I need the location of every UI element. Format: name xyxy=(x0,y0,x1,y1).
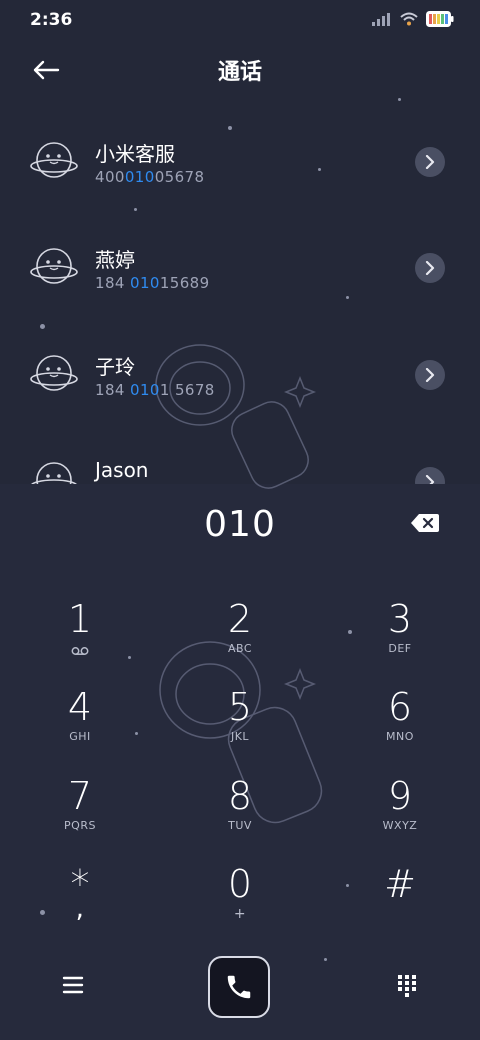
key-6[interactable]: 6 MNO xyxy=(340,685,460,765)
key-7[interactable]: 7 PQRS xyxy=(20,774,140,854)
key-digit: # xyxy=(384,862,416,906)
contact-number: 184 01015689 xyxy=(95,274,210,292)
key-digit: 7 xyxy=(67,774,93,818)
wifi-icon xyxy=(400,12,418,26)
star-decoration xyxy=(324,958,327,961)
key-letters: ABC xyxy=(227,642,253,655)
voicemail-icon xyxy=(71,647,89,655)
chevron-right-icon xyxy=(425,368,435,382)
call-button[interactable] xyxy=(208,956,270,1018)
key-digit: 3 xyxy=(387,597,413,641)
key-letters: PQRS xyxy=(64,819,96,832)
chevron-right-icon xyxy=(425,155,435,169)
contact-number: 40001005678 xyxy=(95,168,205,186)
contact-detail-button[interactable] xyxy=(415,467,445,484)
contact-name: 燕婷 xyxy=(95,248,135,272)
menu-icon xyxy=(62,976,84,994)
status-bar: 2:36 xyxy=(0,0,480,40)
key-9[interactable]: 9 WXYZ xyxy=(340,774,460,854)
key-letters: GHI xyxy=(69,730,91,743)
phone-icon xyxy=(227,975,251,999)
contact-detail-button[interactable] xyxy=(415,147,445,177)
key-letters: TUV xyxy=(228,819,252,832)
battery-icon xyxy=(426,11,454,27)
status-time: 2:36 xyxy=(30,10,73,30)
key-digit: 9 xyxy=(387,774,413,818)
menu-button[interactable] xyxy=(56,968,90,1002)
dialed-number: 010 xyxy=(204,504,276,545)
contact-row[interactable]: Jason xyxy=(0,444,480,484)
contact-search-results: 小米客服 40001005678 燕婷 184 01015689 子玲 184 … xyxy=(0,120,480,484)
key-1[interactable]: 1 xyxy=(20,597,140,677)
key-4[interactable]: 4 GHI xyxy=(20,685,140,765)
backspace-icon xyxy=(411,514,439,532)
key-hash[interactable]: # xyxy=(340,862,460,942)
key-letters: MNO xyxy=(386,730,414,743)
contact-name: 小米客服 xyxy=(95,142,175,166)
contact-row[interactable]: 燕婷 184 01015689 xyxy=(0,230,480,336)
planet-avatar-icon xyxy=(31,462,77,484)
key-2[interactable]: 2 ABC xyxy=(180,597,300,677)
key-digit: 8 xyxy=(227,774,253,818)
planet-avatar-icon xyxy=(30,142,78,178)
star-decoration xyxy=(398,98,401,101)
signal-icon xyxy=(372,13,390,26)
key-star[interactable]: * , xyxy=(20,862,140,942)
contact-detail-button[interactable] xyxy=(415,253,445,283)
backspace-button[interactable] xyxy=(410,512,444,540)
contact-number: 184 0101 5678 xyxy=(95,381,215,399)
key-digit: 1 xyxy=(67,597,93,641)
contact-row[interactable]: 小米客服 40001005678 xyxy=(0,124,480,230)
chevron-right-icon xyxy=(425,261,435,275)
key-digit: 2 xyxy=(227,597,253,641)
status-icons xyxy=(372,11,454,27)
key-digit: 6 xyxy=(387,685,413,729)
chevron-right-icon xyxy=(425,475,435,484)
key-digit: 5 xyxy=(227,685,253,729)
keypad-toggle-button[interactable] xyxy=(390,968,424,1002)
key-0[interactable]: 0 + xyxy=(180,862,300,942)
key-3[interactable]: 3 DEF xyxy=(340,597,460,677)
key-letters: JKL xyxy=(230,730,250,743)
key-letters: DEF xyxy=(388,642,412,655)
key-digit: 0 xyxy=(227,862,253,906)
contact-row[interactable]: 子玲 184 0101 5678 xyxy=(0,337,480,443)
key-letters: WXYZ xyxy=(382,819,418,832)
key-5[interactable]: 5 JKL xyxy=(180,685,300,765)
key-letters: , xyxy=(75,894,85,924)
key-digit: 4 xyxy=(67,685,93,729)
contact-name: 子玲 xyxy=(95,355,135,379)
planet-avatar-icon xyxy=(30,355,78,391)
contact-detail-button[interactable] xyxy=(415,360,445,390)
key-letters: + xyxy=(233,906,247,922)
contact-name: Jason xyxy=(95,458,149,482)
planet-avatar-icon xyxy=(30,248,78,284)
page-title: 通话 xyxy=(217,60,262,85)
keypad-icon xyxy=(398,975,416,997)
key-8[interactable]: 8 TUV xyxy=(180,774,300,854)
